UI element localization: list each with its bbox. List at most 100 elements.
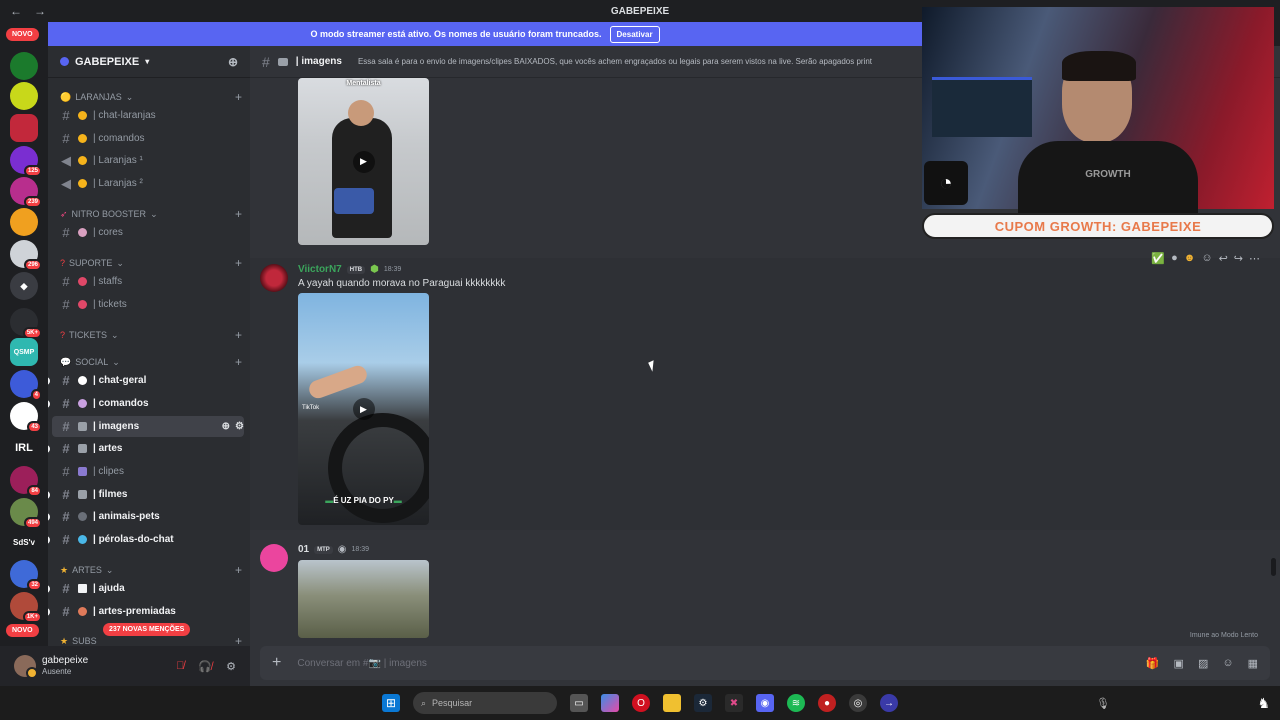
obs-icon[interactable]: ●	[818, 694, 836, 712]
channel-clipes[interactable]: # | clipes	[52, 461, 244, 482]
microphone-icon[interactable]: 🎙	[1096, 697, 1110, 710]
add-channel-icon[interactable]: +	[235, 207, 242, 221]
back-arrow-icon[interactable]: ←	[10, 4, 22, 18]
add-member-icon[interactable]: ⊕	[222, 421, 230, 432]
server-icon[interactable]: 494	[10, 498, 42, 529]
message-input[interactable]: Conversar em #📷 | imagens	[297, 658, 427, 669]
reaction-icon[interactable]: ●	[1171, 252, 1178, 265]
guild-header[interactable]: GABEPEIXE ▾ ⊕	[48, 46, 250, 78]
author-name[interactable]: ViictorN7	[298, 264, 342, 275]
app-icon[interactable]: →	[880, 694, 898, 712]
invite-icon[interactable]: ⊕	[228, 55, 238, 69]
add-channel-icon[interactable]: +	[235, 256, 242, 270]
server-icon[interactable]	[10, 82, 38, 110]
add-channel-icon[interactable]: +	[235, 563, 242, 577]
channel-ajuda[interactable]: # | ajuda	[48, 578, 244, 599]
image-attachment[interactable]	[298, 560, 429, 638]
server-icon[interactable]: 43	[10, 402, 42, 433]
forward-arrow-icon[interactable]: →	[34, 4, 46, 18]
channel-comandos-social[interactable]: # | comandos	[48, 393, 244, 414]
task-view-icon[interactable]: ▭	[570, 694, 588, 712]
new-mentions-pill[interactable]: 237 NOVAS MENÇÕES	[103, 623, 191, 636]
channel-topic[interactable]: Essa sala é para o envio de imagens/clip…	[358, 57, 918, 66]
video-attachment[interactable]: Mentalista ▶	[298, 78, 429, 245]
server-icon[interactable]: SdS'v	[10, 528, 38, 556]
channel-staffs[interactable]: # | staffs	[52, 271, 244, 292]
channel-comandos[interactable]: # | comandos	[52, 128, 244, 149]
avatar[interactable]	[14, 655, 38, 679]
play-icon[interactable]: ▶	[352, 150, 375, 173]
windows-start-icon[interactable]: ⊞	[382, 694, 400, 712]
server-icon[interactable]	[10, 114, 38, 142]
channel-perolas-do-chat[interactable]: # | pérolas-do-chat	[48, 529, 244, 550]
server-icon[interactable]: 5K+	[10, 308, 42, 339]
obs-studio-icon[interactable]: ◎	[849, 694, 867, 712]
server-icon[interactable]: 84	[10, 466, 42, 497]
sticker-icon[interactable]: ▨	[1198, 657, 1208, 670]
channel-filmes[interactable]: # | filmes	[48, 484, 244, 505]
file-explorer-icon[interactable]	[663, 694, 681, 712]
channel-animais-pets[interactable]: # | animais-pets	[48, 506, 244, 527]
deafen-muted-icon[interactable]: 🎧̸	[198, 660, 212, 673]
tray-logo-icon[interactable]: ♞	[1257, 695, 1270, 712]
server-icon[interactable]: 125	[10, 146, 42, 177]
copilot-icon[interactable]	[601, 694, 619, 712]
add-channel-icon[interactable]: +	[235, 90, 242, 104]
server-icon[interactable]: QSMP	[10, 338, 38, 366]
server-icon[interactable]: 1K+	[10, 592, 42, 623]
laugh-reaction-icon[interactable]: ☻	[1184, 252, 1196, 265]
channel-laranjas-voice-1[interactable]: ◀ | Laranjas ¹	[52, 150, 244, 171]
category-artes[interactable]: ★ ARTES ⌄ +	[60, 563, 242, 577]
check-reaction-icon[interactable]: ✅	[1151, 252, 1165, 265]
reply-icon[interactable]: ↩	[1219, 252, 1228, 265]
forward-icon[interactable]: ↪	[1234, 252, 1243, 265]
channel-imagens[interactable]: # | imagens ⊕ ⚙	[52, 416, 244, 437]
server-icon[interactable]: 4	[10, 370, 42, 401]
mic-muted-icon[interactable]: 🎙̸	[176, 660, 184, 673]
channel-artes[interactable]: # | artes	[48, 438, 244, 459]
channel-laranjas-voice-2[interactable]: ◀ | Laranjas ²	[52, 173, 244, 194]
gear-icon[interactable]: ⚙	[235, 421, 244, 432]
channel-cores[interactable]: # | cores	[52, 222, 244, 243]
scrollbar[interactable]	[1271, 558, 1276, 576]
channel-chat-laranjas[interactable]: # | chat-laranjas	[52, 105, 244, 126]
category-tickets[interactable]: ? TICKETS ⌄ +	[60, 328, 242, 342]
add-channel-icon[interactable]: +	[235, 355, 242, 369]
server-icon[interactable]: 32	[10, 560, 42, 591]
add-reaction-icon[interactable]: ☺	[1201, 252, 1212, 265]
opera-icon[interactable]: O	[632, 694, 650, 712]
server-icon[interactable]: ◆	[10, 272, 38, 300]
emoji-icon[interactable]: ☺	[1222, 657, 1233, 670]
discord-icon[interactable]: ◉	[756, 694, 774, 712]
author-name[interactable]: 01	[298, 544, 309, 555]
deactivate-button[interactable]: Desativar	[609, 25, 660, 43]
avatar[interactable]	[260, 264, 288, 292]
category-suporte[interactable]: ? SUPORTE ⌄ +	[60, 256, 242, 270]
channel-chat-geral[interactable]: # | chat-geral	[48, 370, 244, 391]
gift-icon[interactable]: 🎁	[1146, 657, 1160, 670]
avatar[interactable]	[260, 544, 288, 572]
attach-plus-icon[interactable]: +	[272, 654, 281, 672]
gif-icon[interactable]: ▣	[1174, 657, 1184, 670]
server-icon[interactable]: 296	[10, 240, 42, 271]
server-icon[interactable]	[10, 208, 38, 236]
category-nitro[interactable]: ➶ NITRO BOOSTER ⌄ +	[60, 207, 242, 221]
video-attachment[interactable]: TikTok ▶ ▬É UZ PIA DO PY▬	[298, 293, 429, 525]
server-icon[interactable]	[10, 52, 38, 80]
more-icon[interactable]: ⋯	[1249, 252, 1260, 265]
channel-tickets[interactable]: # | tickets	[52, 294, 244, 315]
add-channel-icon[interactable]: +	[235, 634, 242, 646]
server-icon[interactable]: IRL	[10, 434, 38, 462]
apps-icon[interactable]: ▦	[1248, 657, 1258, 670]
category-social[interactable]: 💬 SOCIAL ⌄ +	[60, 355, 242, 369]
steam-icon[interactable]: ⚙	[694, 694, 712, 712]
gear-icon[interactable]: ⚙	[226, 660, 236, 673]
channel-artes-premiadas[interactable]: # | artes-premiadas	[48, 601, 244, 622]
app-icon[interactable]: ✖	[725, 694, 743, 712]
category-laranjas[interactable]: 🟡 LARANJAS ⌄ +	[60, 90, 242, 104]
server-icon[interactable]: 239	[10, 177, 42, 208]
play-icon[interactable]: ▶	[352, 398, 375, 420]
spotify-icon[interactable]: ≋	[787, 694, 805, 712]
taskbar-search[interactable]: ⌕ Pesquisar	[413, 692, 557, 714]
add-channel-icon[interactable]: +	[235, 328, 242, 342]
